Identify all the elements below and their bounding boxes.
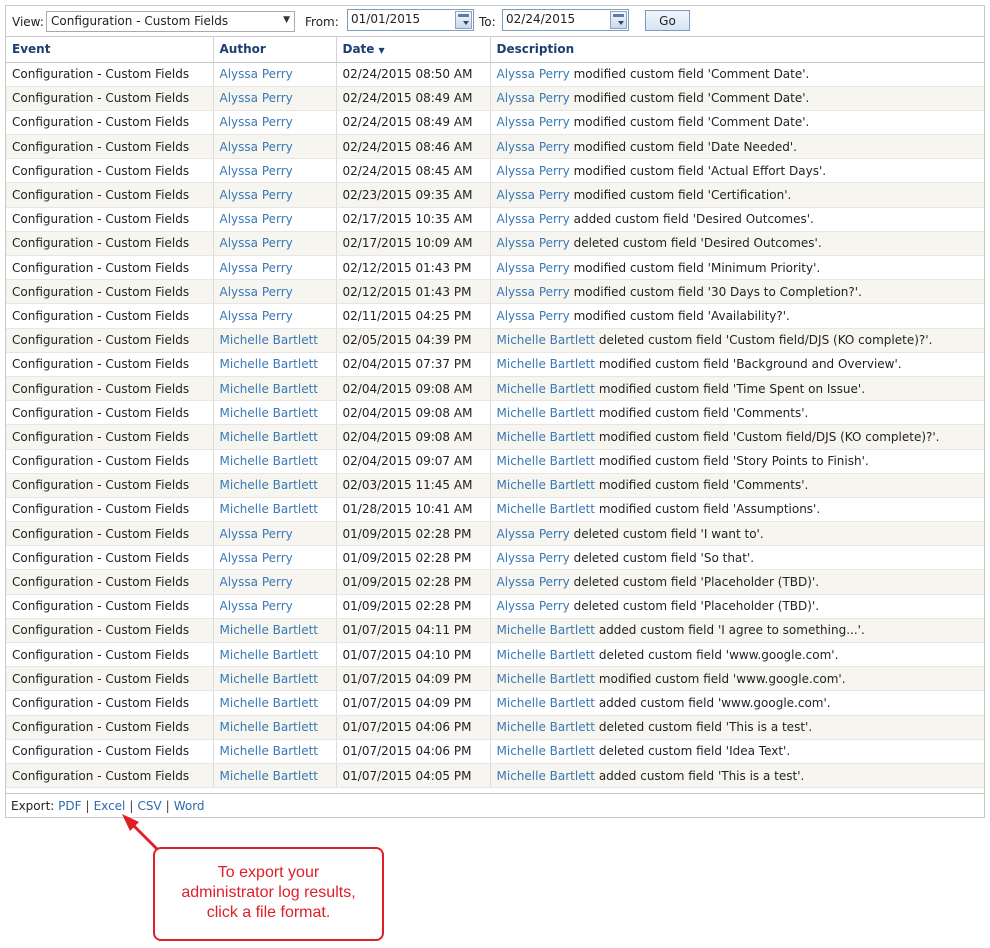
- callout-line: To export your: [217, 864, 320, 881]
- callout-arrow: [122, 814, 160, 852]
- callout-line: click a file format.: [206, 904, 331, 921]
- callout-line: administrator log results,: [181, 884, 356, 901]
- callout-box: To export your administrator log results…: [153, 847, 384, 941]
